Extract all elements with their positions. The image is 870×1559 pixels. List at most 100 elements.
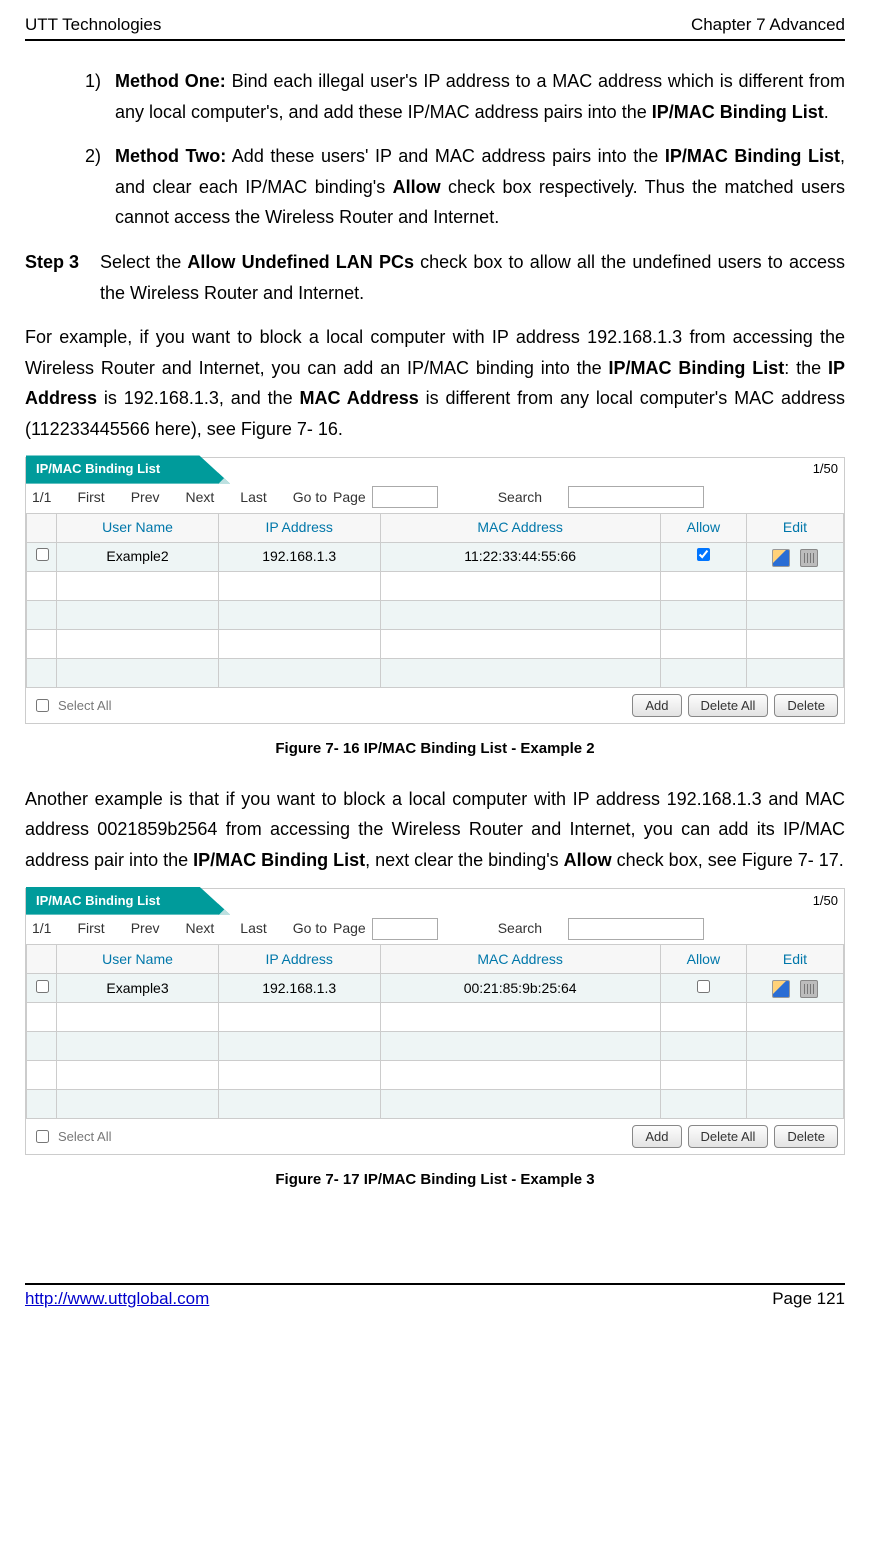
text: is 192.168.1.3, and the [97, 388, 300, 408]
delete-button[interactable]: Delete [774, 1125, 838, 1148]
text: check box, see Figure 7- 17. [612, 850, 844, 870]
delete-all-button[interactable]: Delete All [688, 694, 769, 717]
binding-table: User Name IP Address MAC Address Allow E… [26, 513, 844, 688]
table-footer: Select All Add Delete All Delete [26, 1119, 844, 1154]
col-username: User Name [57, 514, 219, 543]
table-row [27, 630, 844, 659]
binding-table: User Name IP Address MAC Address Allow E… [26, 944, 844, 1119]
table-row: Example2 192.168.1.3 11:22:33:44:55:66 [27, 543, 844, 572]
col-allow: Allow [660, 514, 746, 543]
allow-checkbox[interactable] [697, 980, 710, 993]
page-input[interactable] [372, 918, 438, 940]
bold-text: Allow Undefined LAN PCs [187, 252, 414, 272]
col-ip: IP Address [218, 945, 380, 974]
nav-last[interactable]: Last [240, 486, 266, 510]
method-label: Method Two: [115, 146, 226, 166]
method-two: 2) Method Two: Add these users' IP and M… [25, 141, 845, 233]
goto-label: Go to [293, 486, 327, 510]
page-input[interactable] [372, 486, 438, 508]
delete-icon[interactable] [800, 980, 818, 998]
step-3: Step 3 Select the Allow Undefined LAN PC… [25, 247, 845, 308]
search-input[interactable] [568, 918, 704, 940]
nav-first[interactable]: First [77, 917, 104, 941]
list-number: 2) [85, 141, 115, 233]
list-number: 1) [85, 66, 115, 127]
bold-text: Allow [393, 177, 441, 197]
nav-next[interactable]: Next [185, 486, 214, 510]
search-label: Search [498, 917, 542, 941]
col-allow: Allow [660, 945, 746, 974]
binding-list-widget: IP/MAC Binding List 1/50 1/1 First Prev … [25, 457, 845, 725]
col-checkbox [27, 514, 57, 543]
cell-ip: 192.168.1.3 [218, 974, 380, 1003]
table-row [27, 601, 844, 630]
goto-label: Go to [293, 917, 327, 941]
method-one: 1) Method One: Bind each illegal user's … [25, 66, 845, 127]
nav-last[interactable]: Last [240, 917, 266, 941]
table-row: Example3 192.168.1.3 00:21:85:9b:25:64 [27, 974, 844, 1003]
header-right: Chapter 7 Advanced [691, 15, 845, 35]
table-row [27, 1003, 844, 1032]
figure-7-16: IP/MAC Binding List 1/50 1/1 First Prev … [25, 457, 845, 762]
col-mac: MAC Address [380, 945, 660, 974]
bold-text: MAC Address [300, 388, 419, 408]
figure-caption: Figure 7- 17 IP/MAC Binding List - Examp… [25, 1167, 845, 1193]
cell-ip: 192.168.1.3 [218, 543, 380, 572]
nav-first[interactable]: First [77, 486, 104, 510]
allow-checkbox[interactable] [697, 548, 710, 561]
page-count: 1/50 [813, 890, 844, 912]
col-checkbox [27, 945, 57, 974]
table-footer: Select All Add Delete All Delete [26, 688, 844, 723]
col-edit: Edit [746, 945, 843, 974]
tab-title: IP/MAC Binding List [26, 887, 230, 915]
search-input[interactable] [568, 486, 704, 508]
figure-7-17: IP/MAC Binding List 1/50 1/1 First Prev … [25, 888, 845, 1193]
nav-row: 1/1 First Prev Next Last Go to Page Sear… [26, 482, 844, 514]
select-all-checkbox[interactable] [36, 699, 49, 712]
bold-text: IP/MAC Binding List [193, 850, 365, 870]
page-header: UTT Technologies Chapter 7 Advanced [25, 15, 845, 41]
delete-button[interactable]: Delete [774, 694, 838, 717]
delete-icon[interactable] [800, 549, 818, 567]
search-label: Search [498, 486, 542, 510]
tab-title: IP/MAC Binding List [26, 455, 230, 483]
bold-text: IP/MAC Binding List [609, 358, 785, 378]
figure-caption: Figure 7- 16 IP/MAC Binding List - Examp… [25, 736, 845, 762]
add-button[interactable]: Add [632, 1125, 681, 1148]
cell-mac: 11:22:33:44:55:66 [380, 543, 660, 572]
step-body: Select the Allow Undefined LAN PCs check… [100, 247, 845, 308]
select-all-label: Select All [58, 1126, 111, 1148]
nav-next[interactable]: Next [185, 917, 214, 941]
list-body: Method Two: Add these users' IP and MAC … [115, 141, 845, 233]
bold-text: Allow [564, 850, 612, 870]
select-all-checkbox[interactable] [36, 1130, 49, 1143]
table-row [27, 572, 844, 601]
text: . [824, 102, 829, 122]
cell-username: Example3 [57, 974, 219, 1003]
page-label: Page [333, 486, 366, 510]
row-checkbox[interactable] [36, 548, 49, 561]
page-number: Page 121 [772, 1289, 845, 1309]
footer-link[interactable]: http://www.uttglobal.com [25, 1289, 209, 1309]
edit-icon[interactable] [772, 980, 790, 998]
text: : the [784, 358, 828, 378]
header-left: UTT Technologies [25, 15, 161, 35]
nav-prev[interactable]: Prev [131, 917, 160, 941]
nav-prev[interactable]: Prev [131, 486, 160, 510]
bold-text: IP/MAC Binding List [665, 146, 840, 166]
table-row [27, 1032, 844, 1061]
row-checkbox[interactable] [36, 980, 49, 993]
edit-icon[interactable] [772, 549, 790, 567]
delete-all-button[interactable]: Delete All [688, 1125, 769, 1148]
text: Select the [100, 252, 187, 272]
nav-row: 1/1 First Prev Next Last Go to Page Sear… [26, 913, 844, 945]
table-row [27, 659, 844, 688]
page-label: Page [333, 917, 366, 941]
page-position: 1/1 [32, 486, 51, 510]
add-button[interactable]: Add [632, 694, 681, 717]
col-edit: Edit [746, 514, 843, 543]
text: , next clear the binding's [365, 850, 564, 870]
col-username: User Name [57, 945, 219, 974]
list-body: Method One: Bind each illegal user's IP … [115, 66, 845, 127]
table-row [27, 1061, 844, 1090]
